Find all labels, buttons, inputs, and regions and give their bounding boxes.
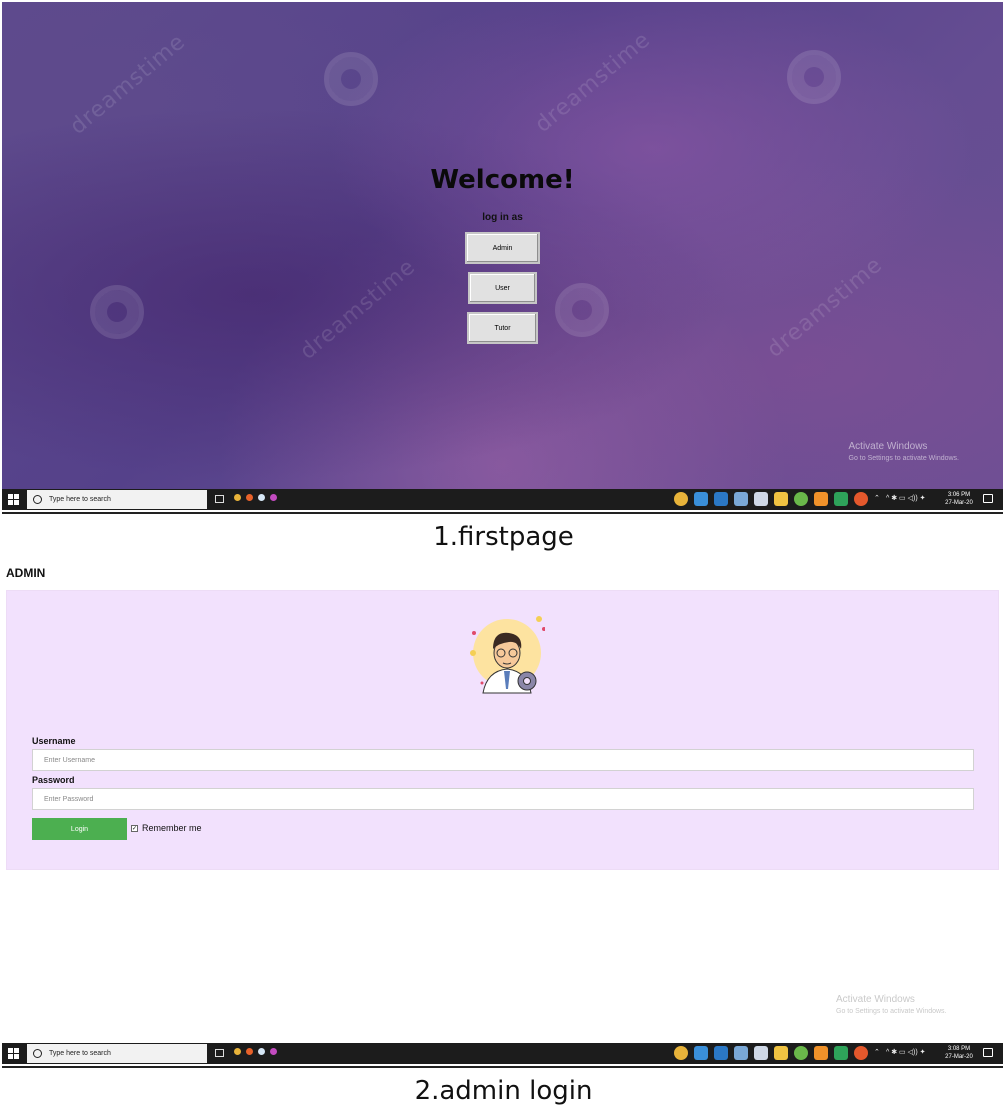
chrome-small-icon[interactable] bbox=[234, 1048, 241, 1055]
chrome-icon[interactable] bbox=[674, 492, 688, 506]
firefox-icon[interactable] bbox=[854, 1046, 868, 1060]
welcome-page-background: dreamstime dreamstime dreamstime dreamst… bbox=[2, 2, 1003, 489]
mail-icon[interactable] bbox=[694, 492, 708, 506]
windows-start-icon[interactable] bbox=[8, 494, 19, 505]
watermark-text: dreamstime bbox=[65, 29, 191, 140]
paint-icon[interactable] bbox=[754, 492, 768, 506]
outlook-icon[interactable] bbox=[714, 492, 728, 506]
firefox-icon[interactable] bbox=[854, 492, 868, 506]
firefox-small-icon[interactable] bbox=[246, 494, 253, 501]
windows-taskbar: Type here to search ⌃ ^ ✱ ▭ ◁)) ✦ 3:08 P… bbox=[2, 1043, 1003, 1064]
taskbar-time: 3:08 PM bbox=[947, 1046, 971, 1052]
app-small-icon[interactable] bbox=[258, 1048, 265, 1055]
taskbar-search-box[interactable]: Type here to search bbox=[27, 1044, 207, 1063]
sublime-icon[interactable] bbox=[814, 1046, 828, 1060]
notes-icon[interactable] bbox=[734, 1046, 748, 1060]
notes-icon[interactable] bbox=[734, 492, 748, 506]
divider bbox=[2, 512, 1003, 514]
firefox-small-icon[interactable] bbox=[246, 1048, 253, 1055]
tray-overflow-icon[interactable]: ⌃ bbox=[874, 1048, 880, 1056]
notification-icon[interactable] bbox=[983, 1048, 993, 1057]
password-input[interactable]: Enter Password bbox=[32, 788, 974, 810]
watermark-logo-icon bbox=[787, 50, 841, 104]
chrome-icon[interactable] bbox=[674, 1046, 688, 1060]
outlook-icon[interactable] bbox=[714, 1046, 728, 1060]
username-input[interactable]: Enter Username bbox=[32, 749, 974, 771]
mail-icon[interactable] bbox=[694, 1046, 708, 1060]
remember-me-label: Remember me bbox=[142, 823, 202, 833]
firefox-nightly-small-icon[interactable] bbox=[270, 1048, 277, 1055]
photos-icon[interactable] bbox=[834, 1046, 848, 1060]
watermark-text: dreamstime bbox=[295, 254, 421, 365]
taskbar-clock[interactable]: 3:08 PM 27-Mar-20 bbox=[942, 1045, 976, 1061]
notification-icon[interactable] bbox=[983, 494, 993, 503]
user-button[interactable]: User bbox=[468, 272, 537, 304]
utorrent-icon[interactable] bbox=[794, 492, 808, 506]
taskbar-search-box[interactable]: Type here to search bbox=[27, 490, 207, 509]
username-label: Username bbox=[32, 736, 76, 746]
taskbar-date: 27-Mar-20 bbox=[945, 1054, 973, 1060]
remember-me-checkbox[interactable]: ✓ bbox=[131, 824, 138, 832]
file-explorer-icon[interactable] bbox=[774, 492, 788, 506]
task-view-icon[interactable] bbox=[215, 1049, 224, 1057]
search-icon bbox=[33, 1049, 42, 1058]
file-explorer-icon[interactable] bbox=[774, 1046, 788, 1060]
chrome-small-icon[interactable] bbox=[234, 494, 241, 501]
watermark-text: dreamstime bbox=[530, 27, 656, 138]
tray-icons[interactable]: ^ ✱ ▭ ◁)) ✦ bbox=[886, 494, 925, 502]
task-view-icon[interactable] bbox=[215, 495, 224, 503]
tray-icons[interactable]: ^ ✱ ▭ ◁)) ✦ bbox=[886, 1048, 925, 1056]
taskbar-time: 3:06 PM bbox=[947, 492, 971, 498]
activate-windows-notice: Activate Windows Go to Settings to activ… bbox=[849, 441, 960, 465]
utorrent-icon[interactable] bbox=[794, 1046, 808, 1060]
taskbar-clock[interactable]: 3:06 PM 27-Mar-20 bbox=[942, 491, 976, 507]
firefox-nightly-small-icon[interactable] bbox=[270, 494, 277, 501]
activate-windows-subtitle: Go to Settings to activate Windows. bbox=[836, 1008, 947, 1015]
taskbar-date: 27-Mar-20 bbox=[945, 500, 973, 506]
firstpage-screenshot: dreamstime dreamstime dreamstime dreamst… bbox=[0, 0, 1007, 514]
watermark-logo-icon bbox=[555, 283, 609, 337]
paint-icon[interactable] bbox=[754, 1046, 768, 1060]
admin-login-caption: 2.admin login bbox=[414, 1076, 593, 1106]
admin-avatar bbox=[470, 616, 545, 694]
watermark-logo-icon bbox=[324, 52, 378, 106]
activate-windows-title: Activate Windows bbox=[848, 441, 928, 452]
app-small-icon[interactable] bbox=[258, 494, 265, 501]
taskbar-search-placeholder: Type here to search bbox=[49, 496, 111, 503]
password-label: Password bbox=[32, 775, 75, 785]
watermark-text: dreamstime bbox=[762, 252, 888, 363]
activate-windows-subtitle: Go to Settings to activate Windows. bbox=[848, 455, 960, 462]
sublime-icon[interactable] bbox=[814, 492, 828, 506]
activate-windows-title: Activate Windows bbox=[836, 994, 915, 1005]
remember-me[interactable]: ✓ Remember me bbox=[131, 823, 202, 833]
activate-windows-notice: Activate Windows Go to Settings to activ… bbox=[836, 994, 947, 1018]
admin-button[interactable]: Admin bbox=[465, 232, 540, 264]
login-button[interactable]: Login bbox=[32, 818, 127, 840]
welcome-title: Welcome! bbox=[430, 165, 575, 195]
watermark-logo-icon bbox=[90, 285, 144, 339]
search-icon bbox=[33, 495, 42, 504]
divider bbox=[2, 1066, 1003, 1068]
tray-overflow-icon[interactable]: ⌃ bbox=[874, 494, 880, 502]
windows-taskbar: Type here to search ⌃ ^ ✱ ▭ ◁)) ✦ 3:06 P… bbox=[2, 489, 1003, 510]
tutor-button[interactable]: Tutor bbox=[467, 312, 538, 344]
firstpage-caption: 1.firstpage bbox=[433, 522, 574, 552]
taskbar-search-placeholder: Type here to search bbox=[49, 1050, 111, 1057]
admin-heading: ADMIN bbox=[6, 566, 46, 580]
admin-login-panel: Username Enter Username Password Enter P… bbox=[6, 590, 999, 870]
photos-icon[interactable] bbox=[834, 492, 848, 506]
login-as-label: log in as bbox=[482, 212, 523, 223]
windows-start-icon[interactable] bbox=[8, 1048, 19, 1059]
